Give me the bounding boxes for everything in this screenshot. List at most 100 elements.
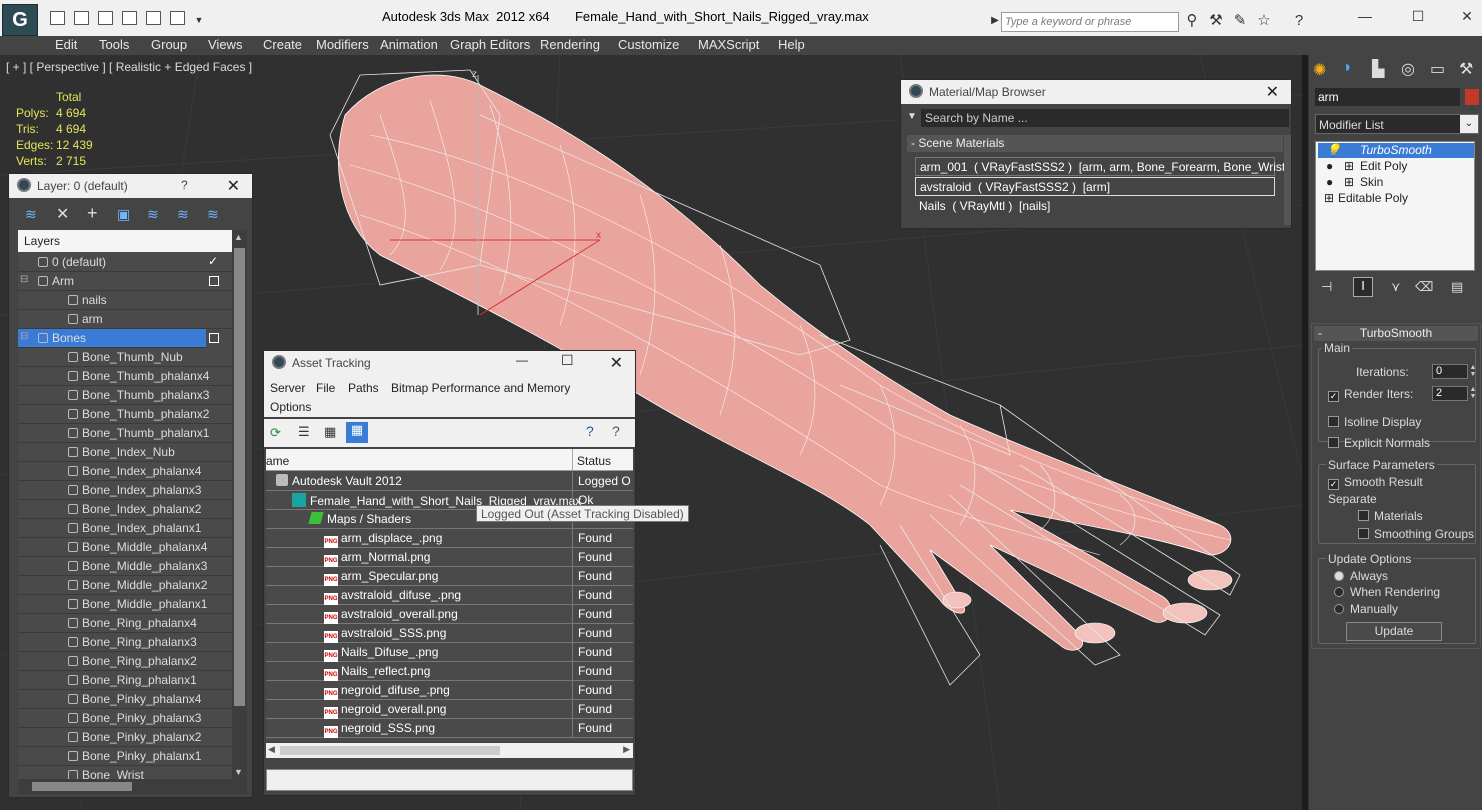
render-iters-spinner[interactable]: 2 [1432, 386, 1468, 401]
configure-sets-icon[interactable]: ▤ [1451, 279, 1463, 295]
tools-icon[interactable]: ⚒ [1207, 12, 1225, 30]
always-radio[interactable]: Always [1334, 569, 1388, 583]
close-button[interactable]: ✕ [1452, 6, 1482, 26]
open-file-icon[interactable] [50, 11, 65, 25]
asset-menu-options[interactable]: Options [270, 400, 311, 414]
name-column-header[interactable]: ame [266, 454, 289, 468]
utilities-tab-icon[interactable]: ⚒ [1459, 59, 1473, 79]
layer-list-item[interactable]: Bone_Index_phalanx4 [18, 462, 240, 481]
menu-edit[interactable]: Edit [55, 37, 77, 52]
layer-list-item[interactable]: Bone_Middle_phalanx3 [18, 557, 240, 576]
expand-icon[interactable]: ⊞ [1344, 159, 1354, 173]
collapse-icon[interactable]: ⊟ [20, 274, 28, 285]
lightbulb-icon[interactable]: ● [1326, 159, 1333, 173]
layer-horizontal-scrollbar[interactable] [18, 779, 247, 794]
layer-panel-titlebar[interactable]: Layer: 0 (default) ? ✕ [9, 174, 252, 198]
select-objects-icon[interactable]: ▣ [117, 206, 130, 223]
layer-list-item[interactable]: 0 (default) ✓ [18, 253, 240, 272]
scroll-up-icon[interactable]: ▲ [234, 232, 243, 242]
layer-list-item[interactable]: nails [18, 291, 240, 310]
scroll-right-icon[interactable]: ▶ [623, 744, 630, 755]
status-column-header[interactable]: Status [577, 454, 611, 468]
asset-close-button[interactable]: ✕ [610, 353, 623, 373]
viewport-label[interactable]: [ + ] [ Perspective ] [ Realistic + Edge… [6, 60, 252, 74]
layer-list-item[interactable]: Bone_Thumb_phalanx4 [18, 367, 240, 386]
asset-menu-file[interactable]: File [316, 381, 335, 395]
materials-checkbox[interactable]: Materials [1358, 509, 1423, 523]
asset-row[interactable]: PNG Nails_Difuse_.png Found [266, 643, 633, 662]
material-scrollbar[interactable] [1284, 135, 1291, 225]
layer-list-item[interactable]: Bone_Thumb_Nub [18, 348, 240, 367]
hierarchy-tab-icon[interactable]: ▙ [1372, 59, 1384, 79]
make-unique-icon[interactable]: ⋎ [1391, 279, 1401, 295]
menu-tools[interactable]: Tools [99, 37, 129, 52]
expand-icon[interactable]: ⊞ [1324, 191, 1334, 205]
layer-vertical-scrollbar[interactable]: ▲ ▼ [232, 230, 247, 779]
layer-list-item[interactable]: Bone_Middle_phalanx2 [18, 576, 240, 595]
smoothing-groups-checkbox[interactable]: Smoothing Groups [1358, 527, 1474, 541]
spinner-arrows-icon[interactable]: ▲ ▼ [1468, 386, 1478, 401]
menu-views[interactable]: Views [208, 37, 242, 52]
layer-close-button[interactable]: ✕ [227, 176, 240, 196]
qa-dropdown-icon[interactable]: ▼ [190, 11, 208, 29]
asset-row[interactable]: PNG Nails_reflect.png Found [266, 662, 633, 681]
layer-list-item[interactable]: Bone_Pinky_phalanx3 [18, 709, 240, 728]
object-color-swatch[interactable] [1465, 89, 1479, 105]
favorites-star-icon[interactable]: ☆ [1255, 12, 1273, 30]
highlight-layer-icon[interactable]: ≋ [147, 206, 159, 223]
menu-animation[interactable]: Animation [380, 37, 438, 52]
set-current-box-icon[interactable] [209, 333, 219, 343]
stack-item-skin[interactable]: ● ⊞ Skin [1318, 175, 1474, 190]
refresh-icon[interactable]: ⟳ [270, 425, 281, 441]
material-browser-titlebar[interactable]: Material/Map Browser ✕ [901, 80, 1291, 104]
save-icon[interactable] [74, 11, 89, 25]
material-item[interactable]: Nails ( VRayMtl ) [nails] [915, 197, 1275, 216]
asset-maximize-button[interactable]: ☐ [561, 352, 574, 369]
current-layer-check-icon[interactable]: ✓ [208, 254, 218, 268]
project-folder-icon[interactable] [170, 11, 185, 25]
redo-icon[interactable] [146, 11, 161, 25]
motion-tab-icon[interactable]: ◎ [1401, 59, 1415, 79]
thumbnail-view-icon[interactable]: ▦ [324, 424, 336, 440]
smooth-result-checkbox[interactable]: ✓ Smooth Result [1328, 475, 1423, 490]
asset-row[interactable]: Autodesk Vault 2012 Logged O [266, 472, 633, 491]
layer-list-item[interactable]: Bone_Ring_phalanx1 [18, 671, 240, 690]
asset-table[interactable]: ame Status Autodesk Vault 2012 Logged O Fe… [266, 449, 633, 741]
hscroll-thumb[interactable] [280, 746, 500, 755]
modifier-list-dropdown[interactable]: Modifier List ⌄ [1315, 114, 1479, 134]
layers-column-header[interactable]: Layers [18, 230, 240, 252]
list-view-icon[interactable]: ☰ [298, 424, 310, 440]
delete-layer-icon[interactable]: ✕ [56, 204, 69, 224]
layer-list[interactable]: Layers 0 (default) ✓ ⊟ Arm nails arm ⊟ Bones Bon… [18, 230, 240, 779]
layer-list-item[interactable]: Bone_Wrist [18, 766, 240, 779]
material-search-input[interactable]: Search by Name ... [921, 109, 1289, 127]
layer-list-item[interactable]: Bone_Index_Nub [18, 443, 240, 462]
lightbulb-icon[interactable]: 💡 [1326, 143, 1341, 157]
asset-hscrollbar[interactable]: ◀ ▶ [266, 743, 633, 758]
add-to-layer-icon[interactable]: + [87, 203, 98, 224]
layer-list-item[interactable]: Bone_Pinky_phalanx2 [18, 728, 240, 747]
maximize-button[interactable]: ☐ [1403, 6, 1433, 26]
stack-item-turbosmooth[interactable]: 💡 TurboSmooth [1318, 143, 1474, 158]
menu-customize[interactable]: Customize [618, 37, 679, 52]
search-input[interactable]: Type a keyword or phrase [1001, 12, 1179, 32]
menu-group[interactable]: Group [151, 37, 187, 52]
freeze-all-icon[interactable]: ≋ [207, 206, 219, 223]
layer-list-item[interactable]: Bone_Middle_phalanx4 [18, 538, 240, 557]
object-name-field[interactable]: arm [1315, 88, 1460, 106]
asset-row[interactable]: PNG arm_Normal.png Found [266, 548, 633, 567]
undo-icon[interactable] [122, 11, 137, 25]
modify-tab-icon[interactable]: ◗ [1343, 59, 1353, 77]
layer-list-item[interactable]: Bone_Index_phalanx1 [18, 519, 240, 538]
menu-rendering[interactable]: Rendering [540, 37, 600, 52]
layer-list-item[interactable]: Bone_Index_phalanx3 [18, 481, 240, 500]
layer-list-item[interactable]: Bone_Ring_phalanx2 [18, 652, 240, 671]
app-logo-button[interactable]: G [2, 4, 38, 36]
create-tab-icon[interactable]: ✺ [1313, 60, 1326, 80]
chevron-down-icon[interactable]: ⌄ [1460, 115, 1478, 133]
layer-list-item[interactable]: arm [18, 310, 240, 329]
help-icon[interactable]: ? [1290, 12, 1308, 30]
hscroll-thumb[interactable] [32, 782, 132, 791]
pin-stack-icon[interactable]: ⊣ [1321, 279, 1332, 295]
modifier-stack[interactable]: 💡 TurboSmooth ● ⊞ Edit Poly ● ⊞ Skin ⊞ E… [1315, 141, 1475, 271]
